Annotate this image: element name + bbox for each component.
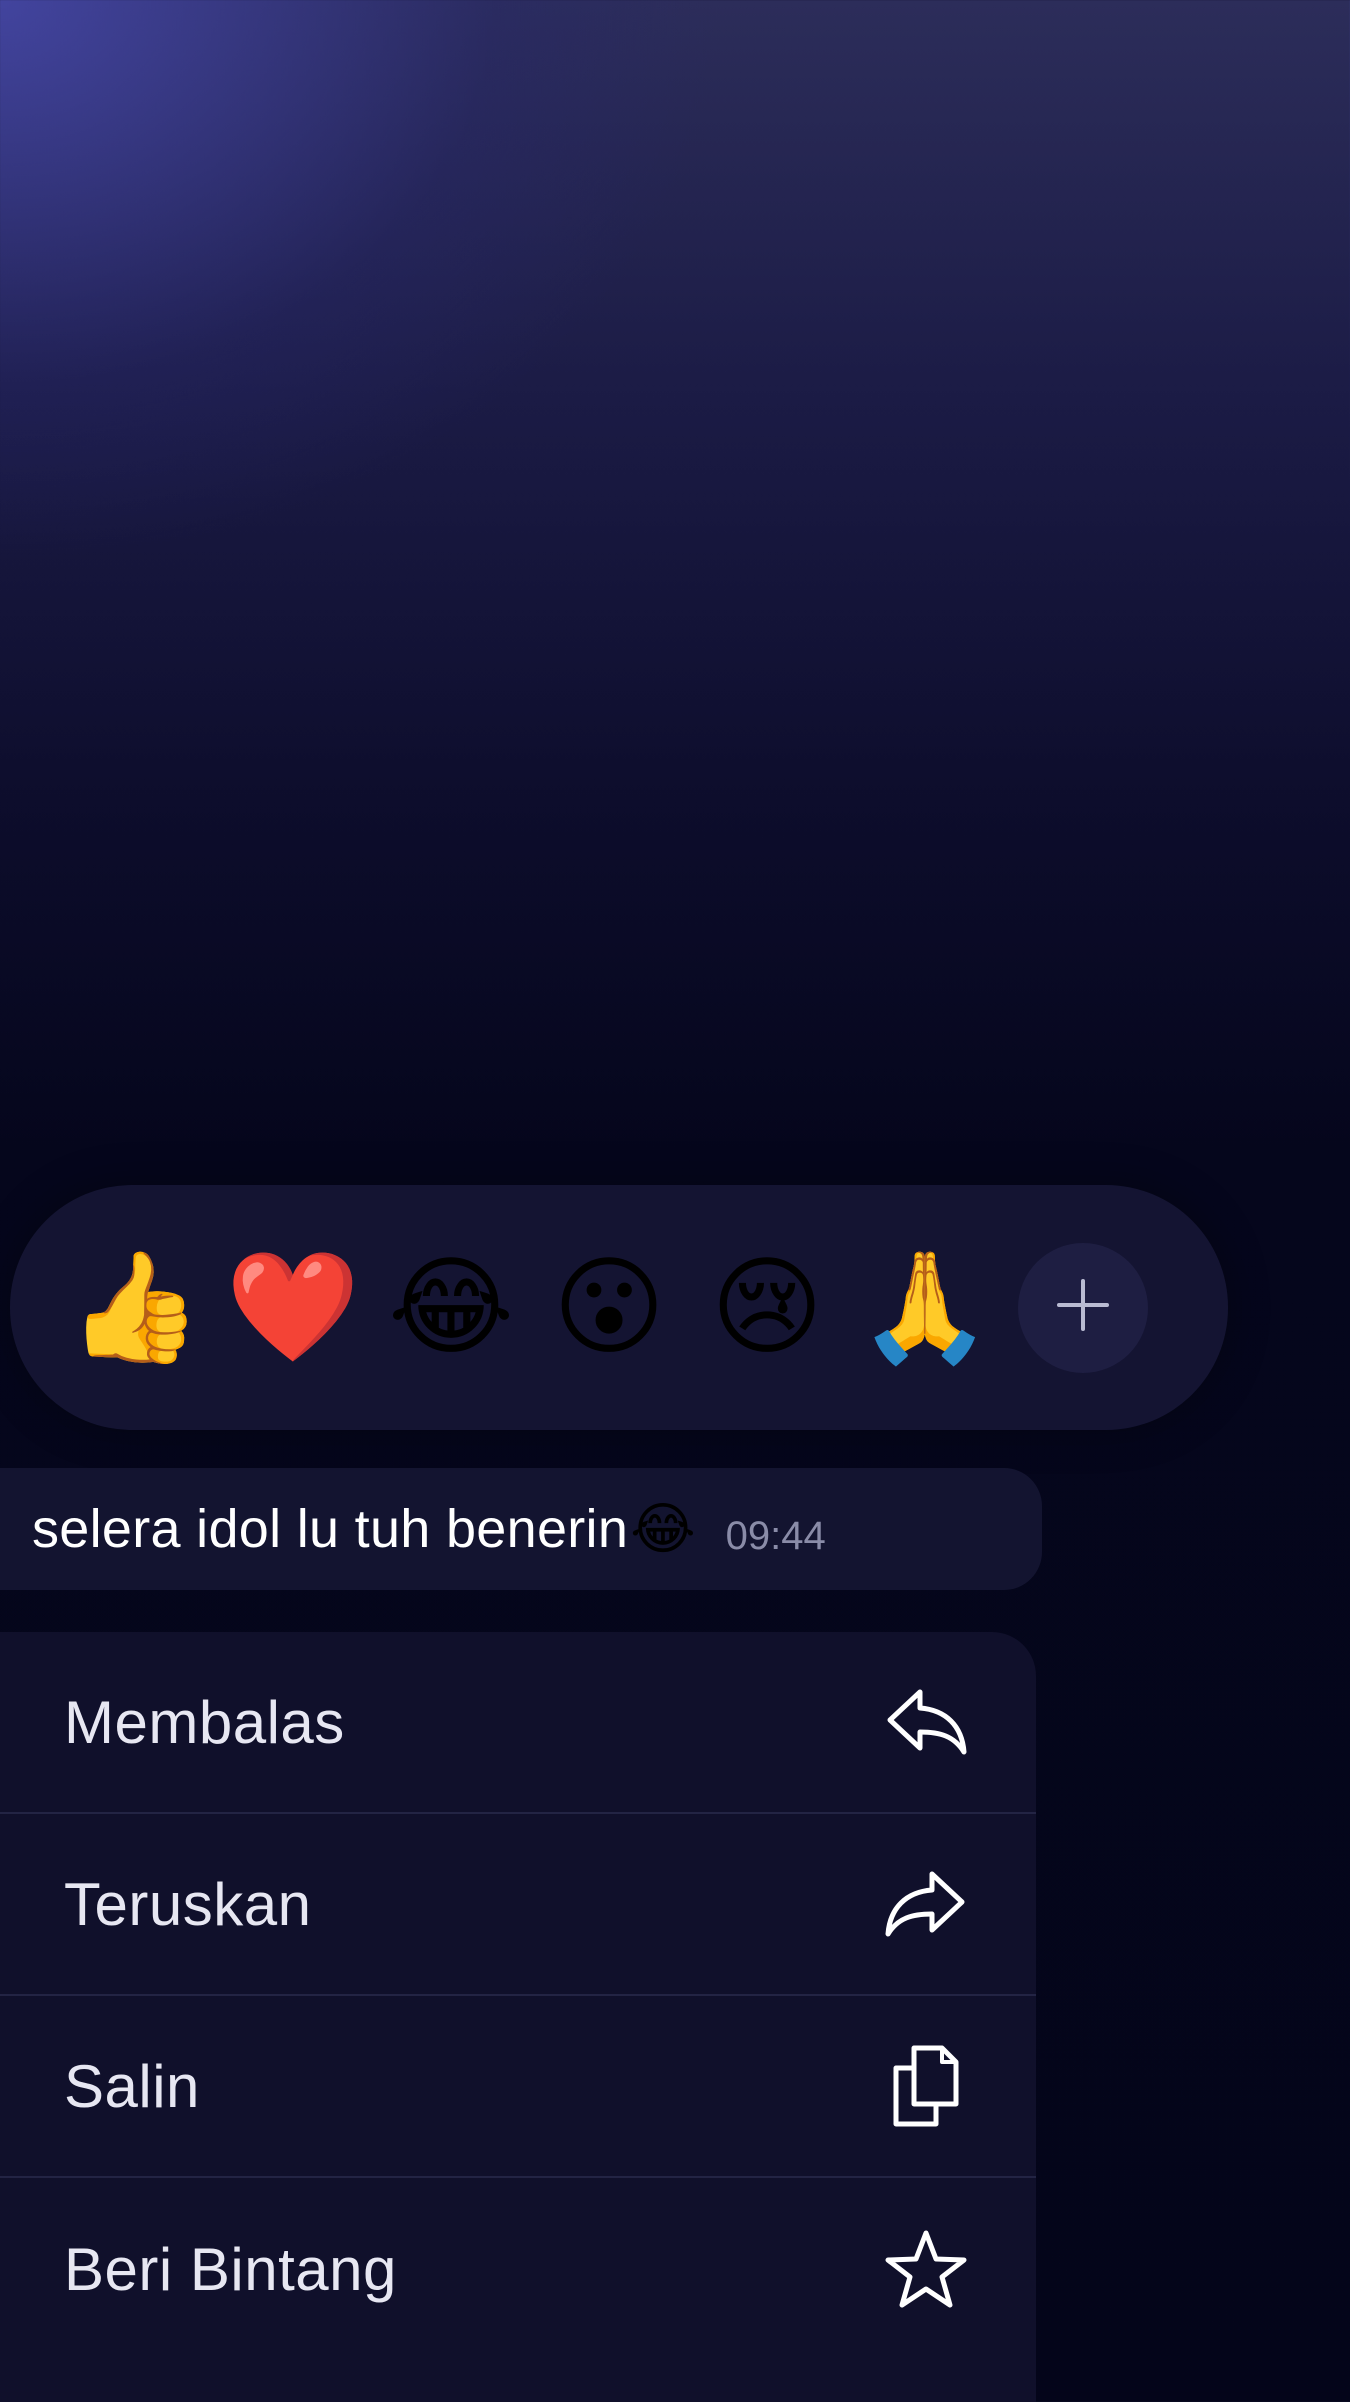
message-bubble[interactable]: selera idol lu tuh benerin 😂 09:44 bbox=[0, 1468, 1042, 1590]
reaction-crying[interactable]: 😢 bbox=[688, 1229, 846, 1387]
menu-item-copy[interactable]: Salin bbox=[0, 1996, 1036, 2178]
more-reactions-button[interactable] bbox=[1018, 1242, 1148, 1373]
reaction-tears-of-joy[interactable]: 😂 bbox=[372, 1229, 530, 1387]
message-text: selera idol lu tuh benerin bbox=[32, 1499, 629, 1559]
copy-icon bbox=[876, 2036, 976, 2136]
reaction-thumbs-up[interactable]: 👍 bbox=[56, 1229, 214, 1387]
message-timestamp: 09:44 bbox=[725, 1513, 826, 1558]
reaction-surprised[interactable]: 😮 bbox=[530, 1229, 688, 1387]
message-emoji: 😂 bbox=[630, 1496, 696, 1562]
reply-icon bbox=[876, 1672, 976, 1772]
reaction-folded-hands[interactable]: 🙏 bbox=[846, 1229, 1004, 1387]
menu-item-reply[interactable]: Membalas bbox=[0, 1632, 1036, 1814]
star-icon bbox=[876, 2219, 976, 2319]
menu-item-label: Teruskan bbox=[64, 1870, 312, 1938]
menu-item-forward[interactable]: Teruskan bbox=[0, 1814, 1036, 1996]
message-context-menu: Membalas Teruskan Salin Beri Bintang bbox=[0, 1632, 1036, 2402]
chat-screen: 👍 ❤️ 😂 😮 😢 🙏 selera idol lu tuh benerin … bbox=[0, 0, 1350, 2402]
forward-icon bbox=[876, 1854, 976, 1954]
menu-item-label: Salin bbox=[64, 2052, 200, 2120]
menu-item-star[interactable]: Beri Bintang bbox=[0, 2178, 1036, 2360]
reaction-heart[interactable]: ❤️ bbox=[214, 1229, 372, 1387]
menu-item-label: Beri Bintang bbox=[64, 2235, 397, 2303]
reaction-bar: 👍 ❤️ 😂 😮 😢 🙏 bbox=[10, 1185, 1228, 1430]
menu-item-label: Membalas bbox=[64, 1688, 345, 1756]
plus-icon bbox=[1055, 1277, 1111, 1338]
